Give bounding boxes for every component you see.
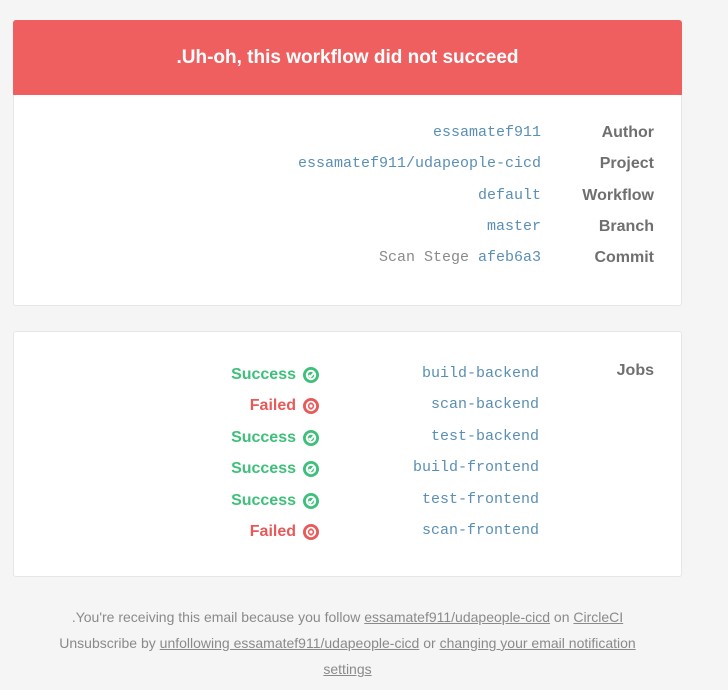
status-text: Success (231, 492, 296, 509)
commit-value[interactable]: Scan Stege afeb6a3 (379, 248, 541, 268)
job-name[interactable]: test-frontend (422, 490, 539, 510)
footer-line-2: Unsubscribe by unfollowing essamatef911/… (13, 630, 682, 656)
failed-icon (303, 398, 319, 414)
workflow-label: Workflow (582, 187, 654, 204)
branch-value[interactable]: master (487, 217, 541, 237)
workflow-value[interactable]: default (478, 186, 541, 206)
job-name[interactable]: build-frontend (413, 458, 539, 478)
author-label: Author (601, 124, 654, 141)
commit-hash[interactable]: afeb6a3 (478, 249, 541, 266)
job-name[interactable]: scan-frontend (422, 521, 539, 541)
footer-text: on (553, 609, 570, 625)
job-status: Failed (250, 396, 320, 416)
footer-text: .You're receiving this email because you… (71, 609, 361, 625)
author-value[interactable]: essamatef911 (433, 123, 541, 143)
workflow-info-card: essamatef911 Author essamatef911/udapeop… (13, 95, 682, 306)
job-status: Failed (250, 522, 320, 542)
project-label: Project (599, 155, 654, 172)
banner-title: .Uh-oh, this workflow did not succeed (176, 46, 519, 68)
success-icon (303, 493, 319, 509)
job-status: Success (231, 491, 320, 511)
footer-line-1: .You're receiving this email because you… (13, 604, 682, 630)
footer: .You're receiving this email because you… (13, 604, 682, 682)
job-name[interactable]: build-backend (422, 364, 539, 384)
success-icon (303, 367, 319, 383)
settings-link[interactable]: settings (323, 661, 371, 677)
status-text: Success (231, 460, 296, 477)
job-status: Success (231, 459, 320, 479)
job-name[interactable]: scan-backend (431, 395, 539, 415)
footer-text: or (423, 635, 436, 651)
job-name[interactable]: test-backend (431, 427, 539, 447)
status-banner: .Uh-oh, this workflow did not succeed (13, 20, 682, 95)
success-icon (303, 430, 319, 446)
unfollow-link[interactable]: unfollowing essamatef911/udapeople-cicd (160, 635, 420, 651)
failed-icon (303, 524, 319, 540)
project-link[interactable]: essamatef911/udapeople-cicd (364, 609, 550, 625)
circleci-link[interactable]: CircleCI (573, 609, 623, 625)
notification-settings-link[interactable]: changing your email notification (440, 635, 636, 651)
job-status: Success (231, 428, 320, 448)
status-text: Failed (249, 397, 296, 414)
status-text: Failed (249, 523, 296, 540)
job-status: Success (231, 365, 320, 385)
commit-label: Commit (594, 249, 654, 266)
status-text: Success (231, 366, 296, 383)
footer-line-3: settings (13, 656, 682, 682)
footer-text: Unsubscribe by (59, 635, 156, 651)
jobs-card: Jobs Success build-backend Failed scan-b… (13, 331, 682, 577)
branch-label: Branch (598, 218, 654, 235)
success-icon (303, 461, 319, 477)
commit-message: Scan Stege (378, 249, 469, 266)
status-text: Success (231, 429, 296, 446)
jobs-label: Jobs (616, 362, 654, 379)
project-value[interactable]: essamatef911/udapeople-cicd (298, 154, 541, 174)
